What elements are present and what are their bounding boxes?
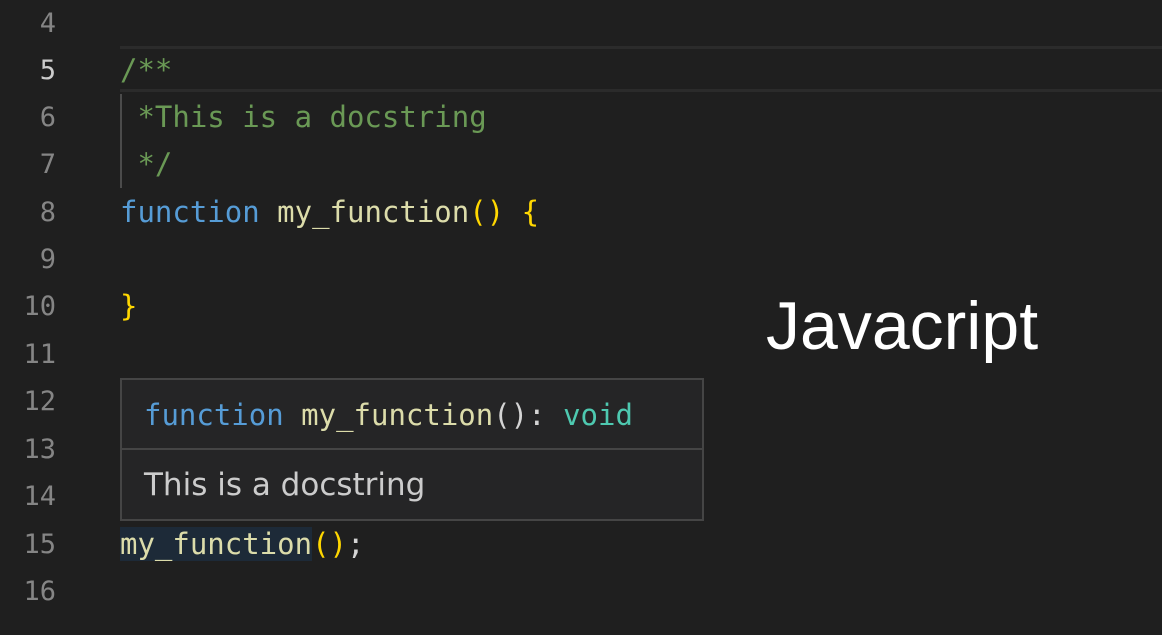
hover-function-name: my_function	[301, 398, 494, 432]
function-name: my_function	[277, 195, 470, 229]
function-call-name[interactable]: my_function	[120, 527, 313, 561]
code-line-docstring[interactable]: *This is a docstring	[120, 94, 486, 141]
call-open-paren: (	[312, 527, 330, 561]
line-number: 11	[23, 339, 56, 370]
close-paren: )	[486, 195, 505, 229]
function-keyword: function	[120, 195, 260, 229]
call-close-paren: )	[329, 527, 347, 561]
current-line-highlight	[120, 46, 1162, 92]
hover-keyword: function	[144, 398, 284, 432]
line-number: 7	[39, 149, 56, 180]
hover-parens: ()	[493, 398, 529, 432]
line-number: 13	[23, 434, 56, 465]
line-number: 8	[39, 197, 56, 228]
line-number: 9	[39, 244, 56, 275]
line-number: 12	[23, 386, 56, 417]
code-editor[interactable]: 4 5 6 7 8 9 10 11 12 13 14 15 16 /** *Th…	[0, 0, 1162, 635]
line-number: 15	[23, 529, 56, 560]
code-line-comment-close[interactable]: */	[120, 141, 172, 188]
line-number: 16	[23, 576, 56, 607]
open-brace: {	[521, 195, 540, 229]
line-number: 10	[23, 291, 56, 322]
open-paren: (	[469, 195, 487, 229]
hover-signature: function my_function(): void	[122, 380, 702, 450]
code-line-closing-brace[interactable]: }	[120, 283, 137, 330]
hover-tooltip: function my_function(): void This is a d…	[120, 378, 704, 521]
hover-return-type: void	[563, 398, 633, 432]
line-number: 6	[39, 102, 56, 133]
semicolon: ;	[347, 527, 365, 561]
line-number: 4	[39, 8, 56, 39]
language-label: Javacript	[766, 288, 1039, 364]
line-number: 14	[23, 481, 56, 512]
close-brace: }	[120, 289, 138, 323]
hover-documentation: This is a docstring	[144, 467, 426, 503]
code-line-comment-open[interactable]: /**	[120, 47, 172, 94]
code-line-function-declaration[interactable]: function my_function() {	[120, 189, 539, 236]
hover-colon: :	[528, 398, 546, 432]
code-line-function-call[interactable]: my_function();	[120, 521, 364, 568]
line-number-active: 5	[39, 55, 56, 86]
